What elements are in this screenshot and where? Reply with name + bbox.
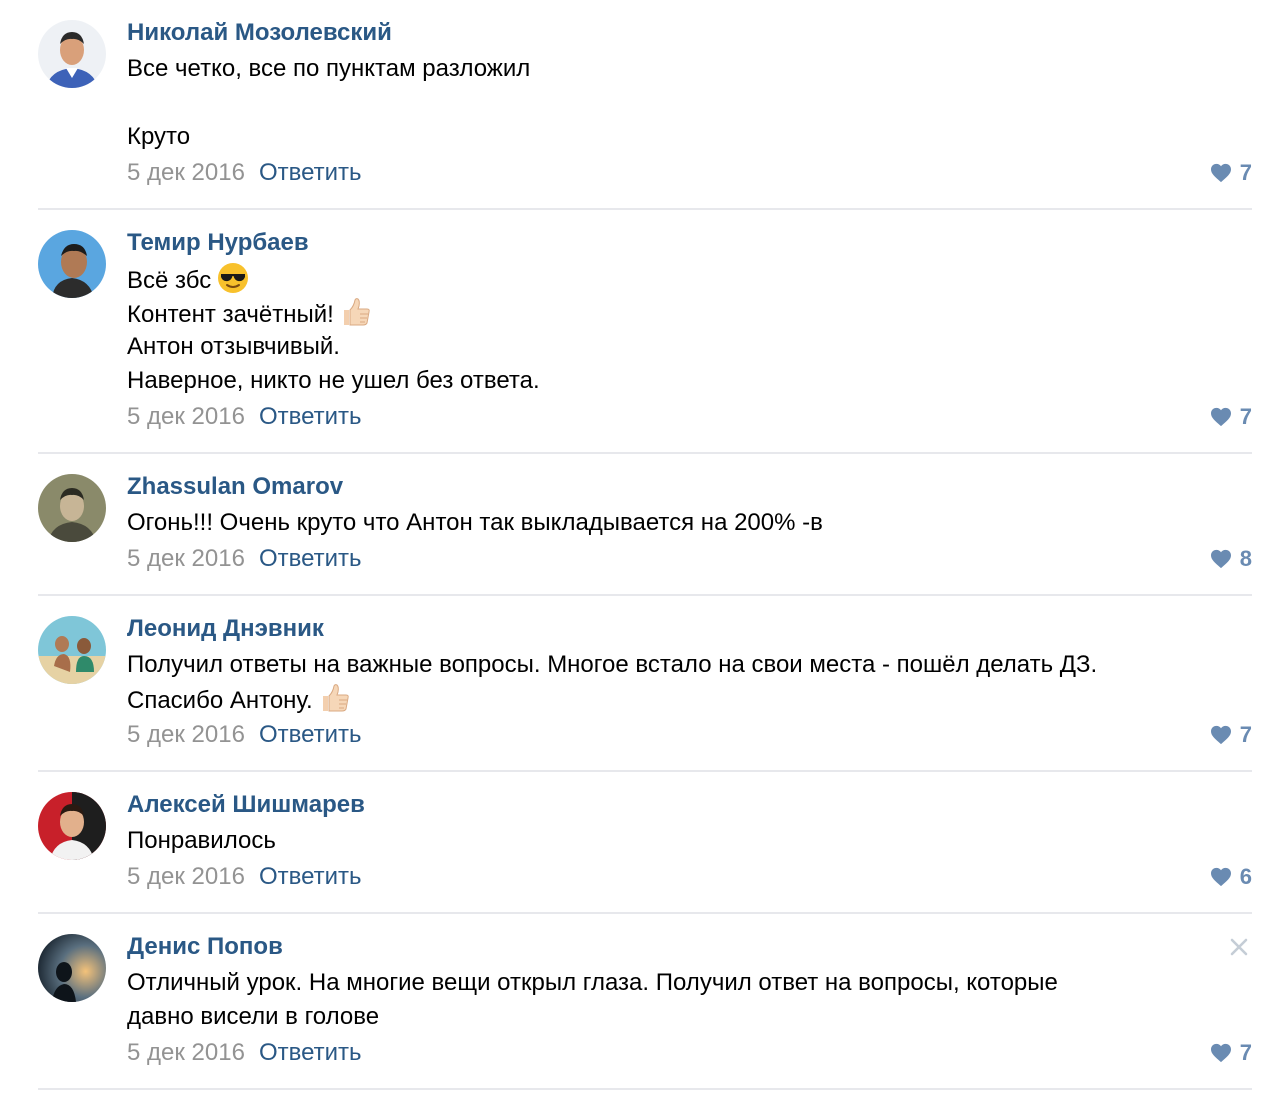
comment-line: Огонь!!! Очень круто что Антон так выкла…: [127, 509, 823, 536]
like-count: 7: [1239, 160, 1252, 185]
comment-meta: 5 дек 2016 Ответить: [127, 720, 362, 750]
reply-button[interactable]: Ответить: [259, 545, 362, 572]
comment-text: Понравилось: [127, 824, 1257, 858]
comment-text: Огонь!!! Очень круто что Антон так выкла…: [127, 506, 1257, 540]
thumbs-up-emoji: [319, 682, 351, 724]
close-icon[interactable]: [1228, 936, 1250, 958]
comment-date[interactable]: 5 дек 2016: [127, 403, 245, 430]
comment-line: Отличный урок. На многие вещи открыл гла…: [127, 969, 1058, 996]
reply-button[interactable]: Ответить: [259, 863, 362, 890]
comment-line: Все четко, все по пунктам разложил: [127, 55, 531, 82]
reply-button[interactable]: Ответить: [259, 159, 362, 186]
comment-line-text: Всё збс: [127, 267, 212, 294]
divider: [38, 1088, 1252, 1090]
comment-line-text: Спасибо Антону.: [127, 687, 313, 714]
comment-line: Получил ответы на важные вопросы. Многое…: [127, 651, 1098, 678]
like-button[interactable]: 7: [1210, 402, 1252, 432]
avatar[interactable]: [38, 230, 106, 298]
like-button[interactable]: 7: [1210, 720, 1252, 750]
like-button[interactable]: 7: [1210, 1038, 1252, 1068]
reply-button[interactable]: Ответить: [259, 721, 362, 748]
divider: [38, 770, 1252, 772]
comment-line: Круто: [127, 123, 191, 150]
heart-icon: [1210, 163, 1231, 183]
comment-line: давно висели в голове: [127, 1003, 380, 1030]
comment-line: [127, 86, 1257, 120]
comment-meta: 5 дек 2016 Ответить: [127, 158, 362, 188]
comment-meta: 5 дек 2016 Ответить: [127, 544, 362, 574]
avatar[interactable]: [38, 616, 106, 684]
like-count: 7: [1239, 404, 1252, 429]
avatar-photo: [38, 20, 106, 88]
avatar[interactable]: [38, 20, 106, 88]
comment-line: Контент зачётный!: [127, 296, 1257, 330]
comment-meta: 5 дек 2016 Ответить: [127, 1038, 362, 1068]
like-count: 6: [1239, 864, 1252, 889]
like-button[interactable]: 7: [1210, 158, 1252, 188]
reply-button[interactable]: Ответить: [259, 1039, 362, 1066]
comment-author[interactable]: Алексей Шишмарев: [127, 790, 365, 820]
comment-author[interactable]: Темир Нурбаев: [127, 228, 309, 258]
comment-author[interactable]: Денис Попов: [127, 932, 283, 962]
comment-date[interactable]: 5 дек 2016: [127, 1039, 245, 1066]
comment-author[interactable]: Николай Мозолевский: [127, 18, 392, 48]
comment-line: Спасибо Антону.: [127, 682, 1257, 716]
avatar-photo: [38, 934, 106, 1002]
avatar[interactable]: [38, 934, 106, 1002]
divider: [38, 594, 1252, 596]
comment-date[interactable]: 5 дек 2016: [127, 721, 245, 748]
comment-meta: 5 дек 2016 Ответить: [127, 862, 362, 892]
comment-line-text: Контент зачётный!: [127, 301, 334, 328]
comment-text: Отличный урок. На многие вещи открыл гла…: [127, 966, 1257, 1034]
comment-date[interactable]: 5 дек 2016: [127, 863, 245, 890]
reply-button[interactable]: Ответить: [259, 403, 362, 430]
avatar-photo: [38, 792, 106, 860]
avatar[interactable]: [38, 474, 106, 542]
comment-author[interactable]: Zhassulan Omarov: [127, 472, 343, 502]
divider: [38, 452, 1252, 454]
avatar-photo: [38, 474, 106, 542]
comment-author[interactable]: Леонид Днэвник: [127, 614, 324, 644]
divider: [38, 208, 1252, 210]
comment-line: Понравилось: [127, 827, 276, 854]
comment-meta: 5 дек 2016 Ответить: [127, 402, 362, 432]
comment-line: Антон отзывчивый.: [127, 333, 340, 360]
comment-text: Получил ответы на важные вопросы. Многое…: [127, 648, 1257, 716]
comment-text: Все четко, все по пунктам разложил Круто: [127, 52, 1257, 154]
avatar-photo: [38, 616, 106, 684]
like-count: 7: [1239, 1040, 1252, 1065]
heart-icon: [1210, 407, 1231, 427]
like-count: 7: [1239, 722, 1252, 747]
comment-line: Наверное, никто не ушел без ответа.: [127, 367, 540, 394]
comment-date[interactable]: 5 дек 2016: [127, 545, 245, 572]
comment-line: Всё збс: [127, 262, 1257, 296]
heart-icon: [1210, 867, 1231, 887]
heart-icon: [1210, 549, 1231, 569]
comment-date[interactable]: 5 дек 2016: [127, 159, 245, 186]
like-count: 8: [1239, 546, 1252, 571]
heart-icon: [1210, 725, 1231, 745]
heart-icon: [1210, 1043, 1231, 1063]
avatar[interactable]: [38, 792, 106, 860]
like-button[interactable]: 6: [1210, 862, 1252, 892]
avatar-photo: [38, 230, 106, 298]
divider: [38, 912, 1252, 914]
thumbs-up-emoji: [340, 296, 372, 338]
comment-text: Всё збс Контент зачётный! Антон отзывчив…: [127, 262, 1257, 398]
like-button[interactable]: 8: [1210, 544, 1252, 574]
